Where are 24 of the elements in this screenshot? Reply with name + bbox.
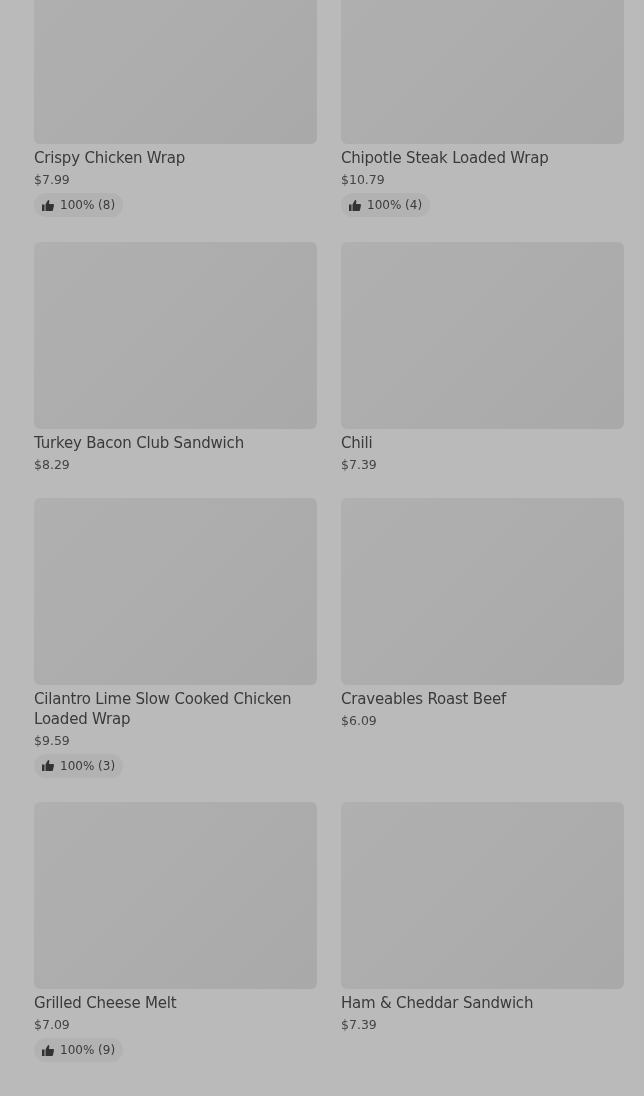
rating-text: 100% (4)	[367, 197, 423, 214]
item-price: $7.99	[34, 171, 71, 189]
item-price: $7.39	[341, 455, 378, 474]
rating-text: 100% (9)	[60, 1042, 116, 1059]
item-name: Crispy Chicken Wrap	[34, 148, 187, 168]
thumbs-up-icon	[42, 1044, 54, 1056]
thumbs-up-icon	[42, 199, 54, 211]
item-price: $9.59	[34, 731, 71, 750]
item-name: Turkey Bacon Club Sandwich	[34, 432, 245, 453]
item-name: Grilled Cheese Melt	[34, 993, 178, 1013]
item-price: $7.39	[341, 1016, 378, 1034]
item-name: Cilantro Lime Slow Cooked Chicken Loaded Wrap	[34, 688, 293, 729]
rating-text: 100% (3)	[60, 757, 116, 775]
thumbs-up-icon	[42, 760, 54, 771]
item-price: $8.29	[34, 455, 71, 474]
item-name: Chipotle Steak Loaded Wrap	[341, 148, 550, 168]
item-price: $6.09	[341, 711, 378, 730]
item-price: $7.09	[34, 1016, 71, 1034]
item-name: Chili	[341, 432, 374, 453]
item-name: Ham & Cheddar Sandwich	[341, 993, 535, 1013]
item-price: $10.79	[341, 171, 386, 189]
thumbs-up-icon	[349, 199, 361, 211]
item-name: Craveables Roast Beef	[341, 688, 508, 709]
rating-text: 100% (8)	[60, 197, 116, 214]
